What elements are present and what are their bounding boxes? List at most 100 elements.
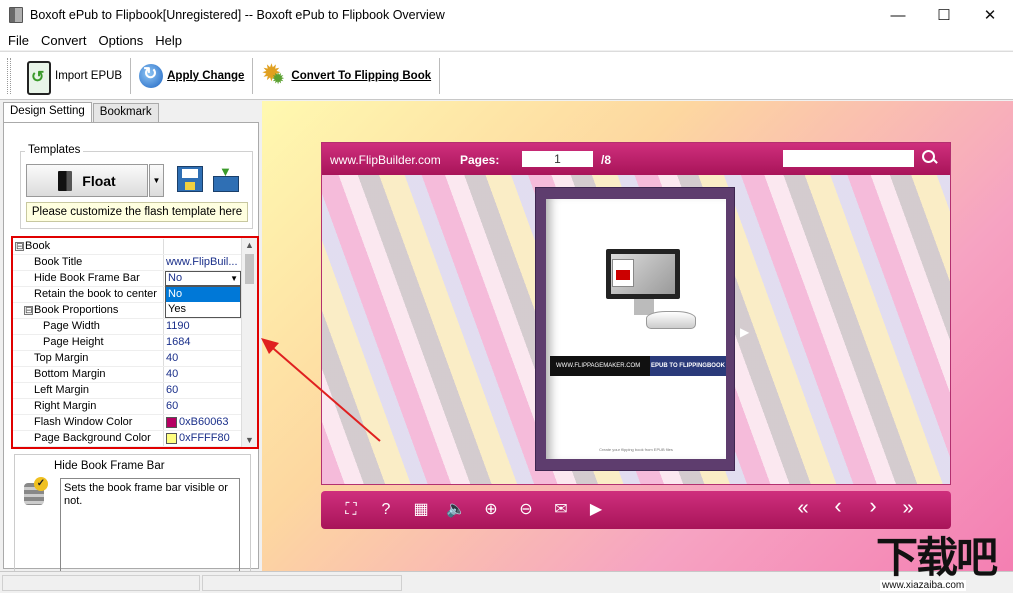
maximize-button[interactable]: ☐ bbox=[921, 0, 967, 30]
property-row[interactable]: Right Margin 60 bbox=[13, 399, 242, 415]
property-row[interactable]: ⊟Book bbox=[13, 239, 242, 255]
email-icon[interactable]: ✉ bbox=[551, 500, 571, 520]
refresh-icon bbox=[139, 63, 164, 88]
property-row[interactable]: Page Width 1190 bbox=[13, 319, 242, 335]
scroll-down-icon[interactable]: ▼ bbox=[245, 435, 254, 445]
next-page-arrow-icon[interactable]: ▶ bbox=[740, 325, 749, 339]
property-value[interactable]: 1684 bbox=[164, 335, 242, 350]
template-dropdown-button[interactable]: ▼ bbox=[149, 164, 164, 197]
search-icon[interactable] bbox=[922, 150, 936, 164]
settings-tabs: Design Setting Bookmark bbox=[3, 102, 160, 123]
property-name: Bottom Margin bbox=[13, 367, 164, 382]
property-value-text: 1190 bbox=[166, 320, 190, 332]
property-row[interactable]: Top Margin 40 bbox=[13, 351, 242, 367]
property-value[interactable]: 40 bbox=[164, 351, 242, 366]
property-name: Page Width bbox=[13, 319, 164, 334]
property-name-text: Book Proportions bbox=[34, 304, 119, 316]
property-name-text: Flash Window Color bbox=[34, 416, 133, 428]
tab-design-setting[interactable]: Design Setting bbox=[3, 102, 92, 123]
template-name: Float bbox=[82, 172, 116, 189]
property-value[interactable]: 60 bbox=[164, 399, 242, 414]
property-value[interactable] bbox=[164, 239, 242, 254]
close-button[interactable]: ✕ bbox=[967, 0, 1013, 30]
menu-convert[interactable]: Convert bbox=[36, 33, 92, 48]
apply-change-button[interactable]: Apply Change bbox=[133, 56, 250, 96]
property-name: Flash Window Color bbox=[13, 415, 164, 430]
property-value-text: 1684 bbox=[166, 336, 191, 348]
property-value[interactable]: 40 bbox=[164, 367, 242, 382]
last-page-icon[interactable]: » bbox=[898, 498, 918, 518]
customize-template-link[interactable]: Please customize the flash template here bbox=[26, 202, 248, 222]
zoom-out-icon[interactable]: ⊖ bbox=[516, 500, 536, 520]
tab-bookmark[interactable]: Bookmark bbox=[92, 103, 159, 122]
color-swatch[interactable] bbox=[166, 433, 177, 444]
page-band-right: EPUB TO FLIPPINGBOOK bbox=[650, 356, 726, 376]
property-name: ⊟Book bbox=[13, 239, 164, 254]
property-row[interactable]: Page Background Color 0xFFFF80 bbox=[13, 431, 242, 447]
property-value-text: 60 bbox=[166, 400, 179, 412]
chevron-down-icon: ▼ bbox=[230, 274, 238, 283]
property-value[interactable]: www.FlipBuil... bbox=[164, 255, 242, 270]
page-total: /8 bbox=[601, 153, 612, 167]
viewer-search-input[interactable] bbox=[783, 150, 914, 167]
import-epub-button[interactable]: Import EPUB bbox=[17, 56, 128, 96]
collapse-icon[interactable]: ⊟ bbox=[15, 242, 24, 251]
menu-help[interactable]: Help bbox=[150, 33, 187, 48]
property-value[interactable]: 0xB60063 bbox=[164, 415, 242, 430]
scrollbar-thumb[interactable] bbox=[245, 254, 254, 284]
open-book-icon bbox=[646, 311, 696, 329]
save-template-icon[interactable] bbox=[177, 166, 203, 192]
autoplay-icon[interactable]: ▶ bbox=[586, 500, 606, 520]
property-name-text: Hide Book Frame Bar bbox=[34, 272, 140, 284]
dropdown-option-yes[interactable]: Yes bbox=[166, 302, 240, 317]
property-name: ⊟Book Proportions bbox=[13, 303, 164, 318]
property-row[interactable]: Left Margin 60 bbox=[13, 383, 242, 399]
first-page-icon[interactable]: « bbox=[793, 498, 813, 518]
import-epub-label: Import EPUB bbox=[55, 69, 123, 82]
scroll-up-icon[interactable]: ▲ bbox=[245, 240, 254, 250]
property-value[interactable]: 1190 bbox=[164, 319, 242, 334]
load-template-icon[interactable] bbox=[211, 164, 239, 192]
property-value[interactable]: 60 bbox=[164, 383, 242, 398]
convert-button[interactable]: Convert To Flipping Book bbox=[255, 56, 437, 96]
sound-icon[interactable]: 🔈 bbox=[446, 500, 466, 520]
property-grid: ⊟Book Book Title www.FlipBuil... Hide Book … bbox=[11, 236, 259, 449]
next-page-icon[interactable]: › bbox=[863, 495, 883, 517]
convert-label: Convert To Flipping Book bbox=[291, 69, 432, 82]
property-value[interactable]: 0xFFFF80 bbox=[164, 431, 242, 446]
help-icon[interactable]: ? bbox=[376, 500, 396, 520]
minimize-button[interactable]: — bbox=[875, 0, 921, 30]
chevron-down-icon: ▼ bbox=[152, 176, 161, 185]
property-name-text: Page Background Color bbox=[34, 432, 151, 444]
zoom-in-icon[interactable]: ⊕ bbox=[481, 500, 501, 520]
apply-change-label: Apply Change bbox=[167, 69, 245, 82]
property-row[interactable]: Flash Window Color 0xB60063 bbox=[13, 415, 242, 431]
design-setting-body: Templates Float ▼ Please customize the f… bbox=[3, 122, 259, 586]
template-select-button[interactable]: Float bbox=[26, 164, 148, 197]
status-cell bbox=[2, 575, 200, 591]
page-band: WWW.FLIPPAGEMAKER.COM EPUB TO FLIPPINGBO… bbox=[550, 356, 726, 376]
property-name: Page Background Color bbox=[13, 431, 164, 446]
collapse-icon[interactable]: ⊟ bbox=[24, 306, 33, 315]
property-row[interactable]: Book Title www.FlipBuil... bbox=[13, 255, 242, 271]
viewer-bottom-bar: ⛶ ? ▦ 🔈 ⊕ ⊖ ✉ ▶ « ‹ › » bbox=[321, 491, 951, 529]
menu-options[interactable]: Options bbox=[93, 33, 148, 48]
thumbnails-icon[interactable]: ▦ bbox=[411, 500, 431, 520]
color-swatch[interactable] bbox=[166, 417, 177, 428]
page-number-input[interactable]: 1 bbox=[522, 151, 593, 167]
dropdown-option-no[interactable]: No bbox=[166, 287, 240, 302]
hide-frame-bar-dropdown[interactable]: No ▼ bbox=[165, 271, 241, 286]
app-icon bbox=[9, 7, 23, 23]
book-page[interactable]: WWW.FLIPPAGEMAKER.COM EPUB TO FLIPPINGBO… bbox=[546, 199, 726, 459]
property-row[interactable]: Bottom Margin 40 bbox=[13, 367, 242, 383]
property-name: Left Margin bbox=[13, 383, 164, 398]
site-link[interactable]: www.FlipBuilder.com bbox=[330, 153, 441, 167]
dropdown-list: No Yes bbox=[165, 286, 241, 318]
property-name-text: Book bbox=[25, 240, 51, 252]
property-row[interactable]: Page Height 1684 bbox=[13, 335, 242, 351]
toolbar-grip[interactable] bbox=[7, 57, 11, 94]
menu-file[interactable]: File bbox=[3, 33, 34, 48]
fullscreen-icon[interactable]: ⛶ bbox=[341, 500, 361, 520]
previous-page-icon[interactable]: ‹ bbox=[828, 495, 848, 517]
status-cell bbox=[202, 575, 402, 591]
